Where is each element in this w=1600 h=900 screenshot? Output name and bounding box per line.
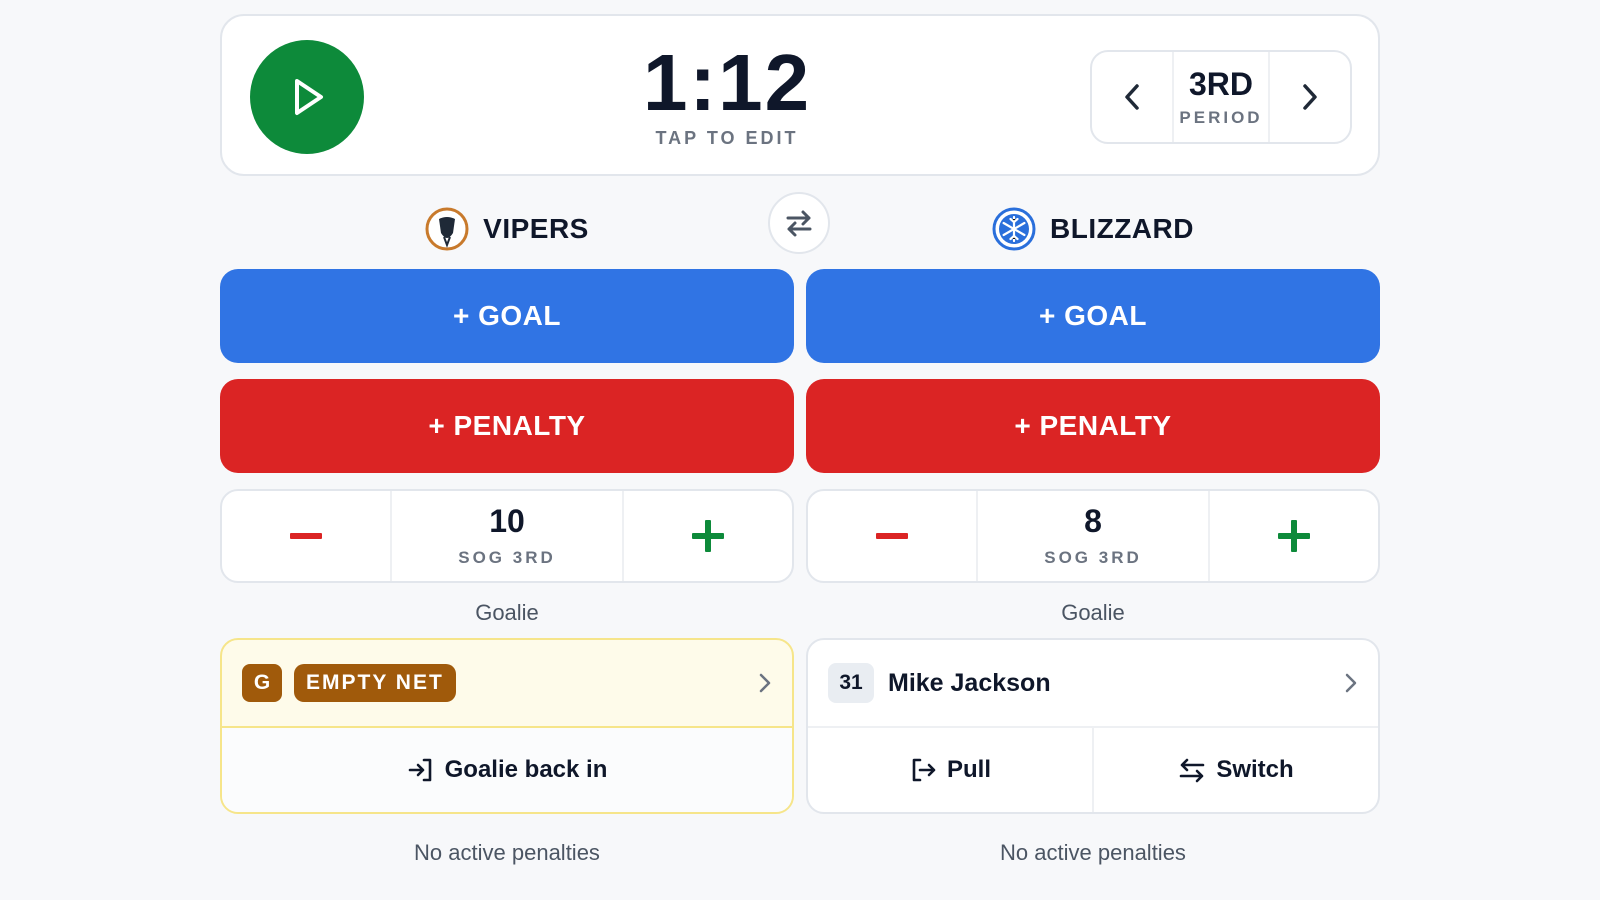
home-team-header: VIPERS bbox=[220, 206, 794, 252]
home-sog-display: 10 SOG 3RD bbox=[390, 491, 624, 581]
chevron-right-icon bbox=[759, 673, 771, 693]
away-team-name: BLIZZARD bbox=[1050, 213, 1194, 244]
game-clock[interactable]: 1:12 bbox=[222, 38, 1232, 128]
switch-arrows-icon bbox=[1180, 758, 1205, 783]
sign-in-icon bbox=[408, 758, 431, 782]
chevron-left-icon bbox=[1125, 84, 1139, 110]
away-goalie-selector[interactable]: 31 Mike Jackson bbox=[808, 640, 1378, 728]
plus-icon bbox=[692, 520, 724, 552]
home-goalie-selector[interactable]: G EMPTY NET bbox=[222, 640, 792, 728]
home-sog-counter: 10 SOG 3RD bbox=[220, 489, 794, 583]
period-number: 3RD bbox=[1188, 66, 1253, 102]
empty-net-badge: EMPTY NET bbox=[294, 664, 456, 702]
home-goalie-card: G EMPTY NET Goalie back in bbox=[220, 638, 794, 814]
chevron-right-icon bbox=[1303, 84, 1317, 110]
away-team-header: BLIZZARD bbox=[806, 206, 1380, 252]
sign-out-icon bbox=[912, 758, 936, 782]
home-sog-increment-button[interactable] bbox=[624, 491, 792, 581]
goalie-back-in-label: Goalie back in bbox=[444, 756, 608, 783]
goalie-badge: G bbox=[242, 664, 282, 702]
goalie-name: Mike Jackson bbox=[888, 668, 1051, 697]
away-add-goal-button[interactable]: + GOAL bbox=[806, 269, 1380, 363]
period-display: 3RD PERIOD bbox=[1172, 52, 1270, 142]
clock-edit-hint: TAP TO EDIT bbox=[655, 128, 799, 148]
goalie-back-in-button[interactable]: Goalie back in bbox=[222, 728, 792, 812]
away-sog-label: SOG 3RD bbox=[1044, 548, 1142, 567]
away-sog-counter: 8 SOG 3RD bbox=[806, 489, 1380, 583]
away-sog-decrement-button[interactable] bbox=[808, 491, 976, 581]
switch-goalie-button[interactable]: Switch bbox=[1094, 728, 1378, 812]
chevron-right-icon bbox=[1345, 673, 1357, 693]
period-selector: 3RD PERIOD bbox=[1090, 50, 1352, 144]
home-penalties-status: No active penalties bbox=[414, 840, 600, 865]
home-sog-value: 10 bbox=[489, 503, 525, 539]
home-goalie-caption: Goalie bbox=[475, 600, 539, 625]
viper-logo-icon bbox=[425, 207, 469, 251]
away-sog-increment-button[interactable] bbox=[1210, 491, 1378, 581]
away-add-penalty-button[interactable]: + PENALTY bbox=[806, 379, 1380, 473]
minus-icon bbox=[290, 533, 322, 539]
clock-card: 1:12 TAP TO EDIT 3RD PERIOD bbox=[220, 14, 1380, 176]
away-goalie-card: 31 Mike Jackson Pull Switch bbox=[806, 638, 1380, 814]
away-penalties-status: No active penalties bbox=[1000, 840, 1186, 865]
goalie-jersey-number: 31 bbox=[828, 663, 874, 703]
pull-label: Pull bbox=[946, 756, 991, 783]
away-sog-display: 8 SOG 3RD bbox=[976, 491, 1210, 581]
plus-icon bbox=[1278, 520, 1310, 552]
home-add-penalty-button[interactable]: + PENALTY bbox=[220, 379, 794, 473]
period-prev-button[interactable] bbox=[1092, 52, 1172, 142]
period-label: PERIOD bbox=[1179, 108, 1263, 127]
home-sog-decrement-button[interactable] bbox=[222, 491, 390, 581]
snowflake-logo-icon bbox=[992, 207, 1036, 251]
pull-goalie-button[interactable]: Pull bbox=[808, 728, 1094, 812]
away-sog-value: 8 bbox=[1084, 503, 1102, 539]
away-goalie-caption: Goalie bbox=[1061, 600, 1125, 625]
home-sog-label: SOG 3RD bbox=[458, 548, 556, 567]
period-next-button[interactable] bbox=[1270, 52, 1350, 142]
minus-icon bbox=[876, 533, 908, 539]
home-add-goal-button[interactable]: + GOAL bbox=[220, 269, 794, 363]
switch-label: Switch bbox=[1216, 756, 1294, 783]
home-team-name: VIPERS bbox=[483, 213, 589, 244]
